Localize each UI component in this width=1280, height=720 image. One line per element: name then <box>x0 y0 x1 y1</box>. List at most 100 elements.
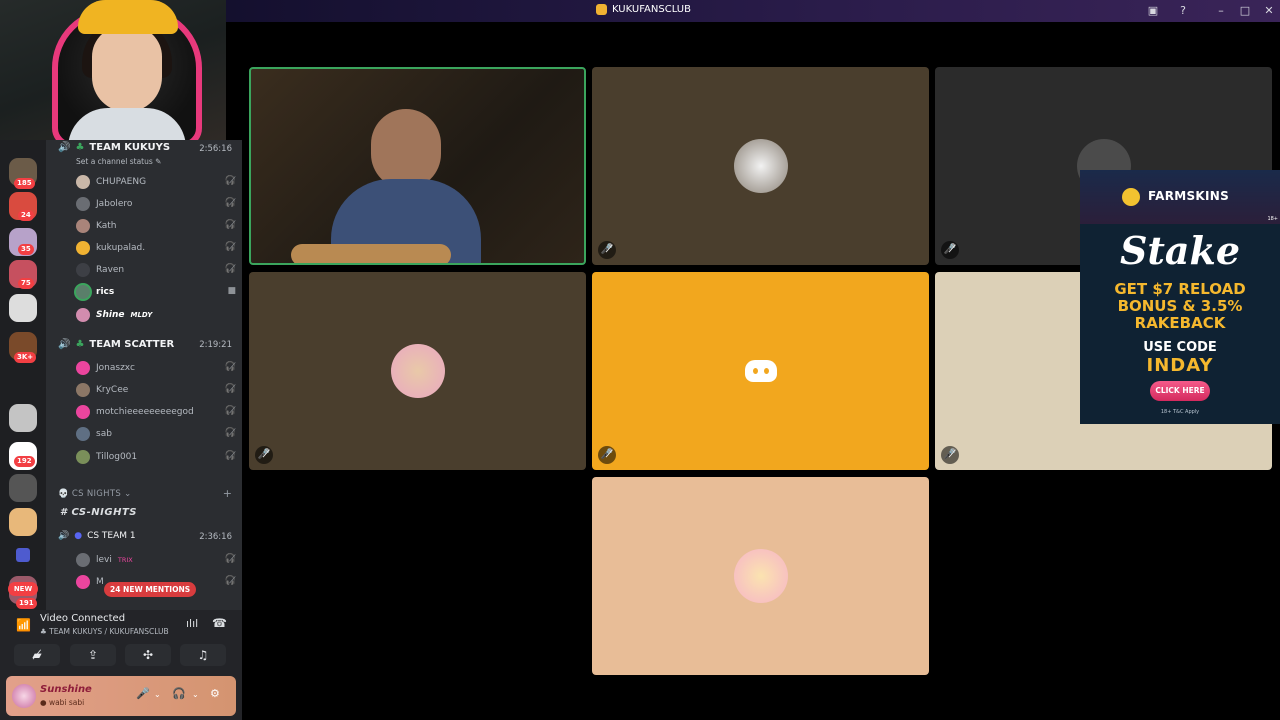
avatar <box>76 241 90 255</box>
server-icon[interactable] <box>9 474 37 502</box>
screen-share-button[interactable]: ⇪ <box>70 644 116 666</box>
voice-channel-icon: 🔊 <box>58 142 71 153</box>
face <box>92 26 162 112</box>
voice-member[interactable]: kukupalad. 🎧̸ <box>76 238 236 258</box>
voice-channel-team-scatter[interactable]: 🔊 ♣ TEAM SCATTER <box>58 339 174 350</box>
avatar <box>76 197 90 211</box>
video-tile[interactable]: 🎤̸ <box>592 272 929 470</box>
sponsor-ad[interactable]: FARMSKINS 18+ Stake GET $7 RELOAD BONUS … <box>1080 170 1280 424</box>
activities-button[interactable]: ✣ <box>125 644 171 666</box>
discord-logo-icon <box>745 360 777 382</box>
participant-avatar <box>733 139 788 193</box>
voice-channel-cs-team-1[interactable]: 🔊 ● CS TEAM 1 <box>58 531 136 541</box>
server-badge: 185 <box>14 178 35 189</box>
gear-icon[interactable]: ⚙ <box>210 687 220 700</box>
deafened-icon: 🎧̸ <box>224 406 236 416</box>
member-name: rics <box>96 287 115 297</box>
member-name: Shine <box>96 310 125 320</box>
member-name: Kath <box>96 221 117 231</box>
voice-member[interactable]: KryCee 🎧̸ <box>76 380 236 400</box>
mic-muted-icon: 🎤̸ <box>255 446 273 464</box>
window-title: KUKUFANSCLUB <box>612 4 691 15</box>
inbox-icon[interactable]: ▣ <box>1145 3 1161 19</box>
voice-channel-team-kukuys[interactable]: 🔊 ♣ TEAM KUKUYS <box>58 142 170 153</box>
server-icon[interactable] <box>9 508 37 536</box>
voice-member[interactable]: CHUPAENG 🎧̸ <box>76 172 236 192</box>
headphones-icon[interactable]: 🎧 <box>172 687 186 700</box>
voice-member[interactable]: Shine MLDY <box>76 305 236 325</box>
video-tile[interactable] <box>592 477 929 675</box>
voice-channel-name: CS TEAM 1 <box>87 531 136 541</box>
user-avatar[interactable] <box>12 684 36 708</box>
hat <box>78 0 178 34</box>
voice-member[interactable]: Tillog001 🎧̸ <box>76 447 236 467</box>
voice-location[interactable]: ♣ TEAM KUKUYS / KUKUFANSCLUB <box>40 627 169 636</box>
voice-member[interactable]: sab 🎧̸ <box>76 424 236 444</box>
voice-member[interactable]: levi TRIX 🎧̸ <box>76 550 236 570</box>
clover-icon: ♣ <box>75 142 85 153</box>
video-tile[interactable]: 🎤̸ <box>592 67 929 265</box>
new-unread-pill[interactable]: NEW <box>8 582 38 596</box>
voice-member[interactable]: Raven 🎧̸ <box>76 260 236 280</box>
server-badge: 35 <box>18 244 34 255</box>
voice-member[interactable]: Jabolero 🎧̸ <box>76 194 236 214</box>
mic-muted-icon: 🎤̸ <box>941 446 959 464</box>
new-mentions-pill[interactable]: 24 NEW MENTIONS <box>104 582 197 597</box>
member-name: M <box>96 577 104 587</box>
member-name: Tillog001 <box>96 452 138 462</box>
ad-click-button[interactable]: CLICK HERE <box>1150 381 1210 401</box>
voice-member[interactable]: Kath 🎧̸ <box>76 216 236 236</box>
server-icon[interactable] <box>9 294 37 322</box>
close-button[interactable]: ✕ <box>1261 3 1277 19</box>
disconnect-icon[interactable]: ☎ <box>212 616 227 630</box>
server-badge: 24 <box>18 210 34 221</box>
channel-status-prompt[interactable]: Set a channel status ✎ <box>76 157 161 166</box>
deafened-icon: 🎧̸ <box>224 264 236 274</box>
help-icon[interactable]: ? <box>1175 3 1191 19</box>
leaf-icon: ♣ <box>75 339 85 350</box>
folder-icon[interactable] <box>16 548 30 562</box>
ad-offer-line: BONUS & 3.5% <box>1117 297 1243 315</box>
text-channel-cs-nights[interactable]: # CS-NIGHTS <box>60 507 137 518</box>
camera-toggle-button[interactable]: ▰̸ <box>14 644 60 666</box>
avatar <box>76 308 90 322</box>
server-icon[interactable] <box>9 404 37 432</box>
farmskins-logo-icon <box>1122 188 1140 206</box>
voice-member[interactable]: Jonaszxc 🎧̸ <box>76 358 236 378</box>
video-tile-speaking[interactable] <box>249 67 586 265</box>
user-panel: Sunshine ● wabi sabi 🎤 ⌄ 🎧 ⌄ ⚙ <box>6 676 236 716</box>
category-cs-nights[interactable]: 💀 CS NIGHTS ⌄ <box>58 489 132 499</box>
soundboard-button[interactable]: ♫ <box>180 644 226 666</box>
minimize-button[interactable]: – <box>1213 3 1229 19</box>
participant-avatar <box>390 344 445 398</box>
voice-timer: 2:36:16 <box>199 532 232 542</box>
voice-timer: 2:56:16 <box>199 144 232 154</box>
video-tile[interactable]: 🎤̸ <box>249 272 586 470</box>
avatar <box>76 175 90 189</box>
voice-panel: 📶 Video Connected ♣ TEAM KUKUYS / KUKUFA… <box>0 610 242 720</box>
add-channel-icon[interactable]: + <box>223 487 232 500</box>
deafened-icon: 🎧̸ <box>224 198 236 208</box>
mic-muted-icon: 🎤̸ <box>941 241 959 259</box>
chevron-down-icon[interactable]: ⌄ <box>154 690 161 699</box>
member-name: levi <box>96 555 112 565</box>
signal-icon[interactable]: 📶 <box>16 618 31 632</box>
maximize-button[interactable]: □ <box>1237 3 1253 19</box>
avatar <box>76 405 90 419</box>
member-name: Jonaszxc <box>96 363 135 373</box>
server-rail: 185 24 35 75 3K+ 192 <box>0 140 46 610</box>
avatar <box>76 219 90 233</box>
microphone-icon[interactable]: 🎤 <box>136 687 150 700</box>
server-icon <box>596 4 607 15</box>
deafened-icon: 🎧̸ <box>224 451 236 461</box>
voice-member[interactable]: motchieeeeeeeeegod 🎧̸ <box>76 402 236 422</box>
voice-member[interactable]: rics ■ <box>76 282 236 302</box>
server-badge: 191 <box>16 598 37 609</box>
avatar <box>76 383 90 397</box>
soundboard-icon[interactable]: ılıl <box>186 617 198 630</box>
deafened-icon: 🎧̸ <box>224 362 236 372</box>
avatar <box>76 553 90 567</box>
deafened-icon: 🎧̸ <box>224 576 236 586</box>
chevron-down-icon[interactable]: ⌄ <box>192 690 199 699</box>
avatar <box>76 263 90 277</box>
